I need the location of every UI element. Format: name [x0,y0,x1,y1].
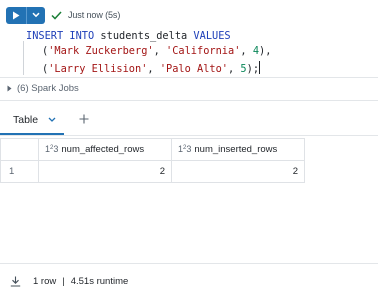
keyword-into: INTO [69,30,95,42]
keyword-values: VALUES [193,30,231,42]
plus-icon [79,114,89,124]
table-cell[interactable]: 2 [171,160,305,183]
column-header[interactable]: 1 2 3 num_inserted_rows [171,138,305,161]
chevron-down-icon [32,12,40,18]
divider [0,263,378,264]
footer-separator: | [62,275,65,287]
code-line-2: ('Mark Zuckerberg', 'California', 4), [42,44,271,58]
paren-close: ); [246,63,260,75]
integer-type-icon: 123 [45,144,59,154]
column-header-label: num_affected_rows [61,144,145,155]
chevron-right-icon [7,85,12,92]
code-line-1: INSERT INTO students_delta VALUES [26,29,231,43]
table-row: 1 2 2 [0,160,305,183]
string-literal: 'California' [166,45,241,57]
paren-close: ), [259,45,272,57]
code-line-3: ('Larry Ellision', 'Palo Alto', 5); [42,61,261,76]
results-table: 1 2 3 num_affected_rows 1 2 3 num_inserted_row… [0,138,305,183]
check-icon [51,9,63,21]
chevron-down-icon[interactable] [48,117,56,122]
divider [0,100,378,101]
string-literal: 'Mark Zuckerberg' [48,45,154,57]
run-cell-button[interactable] [6,7,26,24]
divider [0,77,378,78]
comma: , [240,45,253,57]
column-header[interactable]: 1 2 3 num_affected_rows [38,138,172,161]
string-literal: 'Palo Alto' [159,63,229,75]
row-index: 1 [0,160,39,183]
comma: , [153,45,166,57]
table-header-row: 1 2 3 num_affected_rows 1 2 3 num_inserted_row… [0,138,305,161]
string-literal: 'Larry Ellision' [48,63,148,75]
cell-toolbar: Just now (5s) [6,6,120,24]
runtime-text: 4.51s runtime [70,275,129,287]
row-index-header [0,138,39,161]
tab-table[interactable]: Table [0,104,64,135]
table-identifier: students_delta [100,30,188,42]
text-cursor [259,61,261,74]
spark-jobs-toggle[interactable]: (6) Spark Jobs [7,83,79,94]
add-tab-button[interactable] [78,113,90,125]
tab-table-label: Table [13,113,39,126]
spark-jobs-label: (6) Spark Jobs [17,83,79,94]
table-cell[interactable]: 2 [38,160,172,183]
comma: , [228,63,241,75]
play-icon [13,11,20,19]
indent-guide [23,41,24,75]
keyword-insert: INSERT [26,30,64,42]
run-options-button[interactable] [27,7,45,24]
result-tabs: Table [0,104,378,135]
divider [0,135,378,136]
run-button-group [6,6,45,24]
comma: , [147,63,160,75]
column-header-label: num_inserted_rows [194,144,278,155]
result-footer: 1 row | 4.51s runtime [10,275,128,287]
download-icon[interactable] [10,275,22,287]
row-count: 1 row [33,275,57,287]
code-editor[interactable]: INSERT INTO students_delta VALUES ('Mark… [0,27,378,77]
run-status-text: Just now (5s) [68,10,121,20]
integer-type-icon: 123 [178,144,192,154]
